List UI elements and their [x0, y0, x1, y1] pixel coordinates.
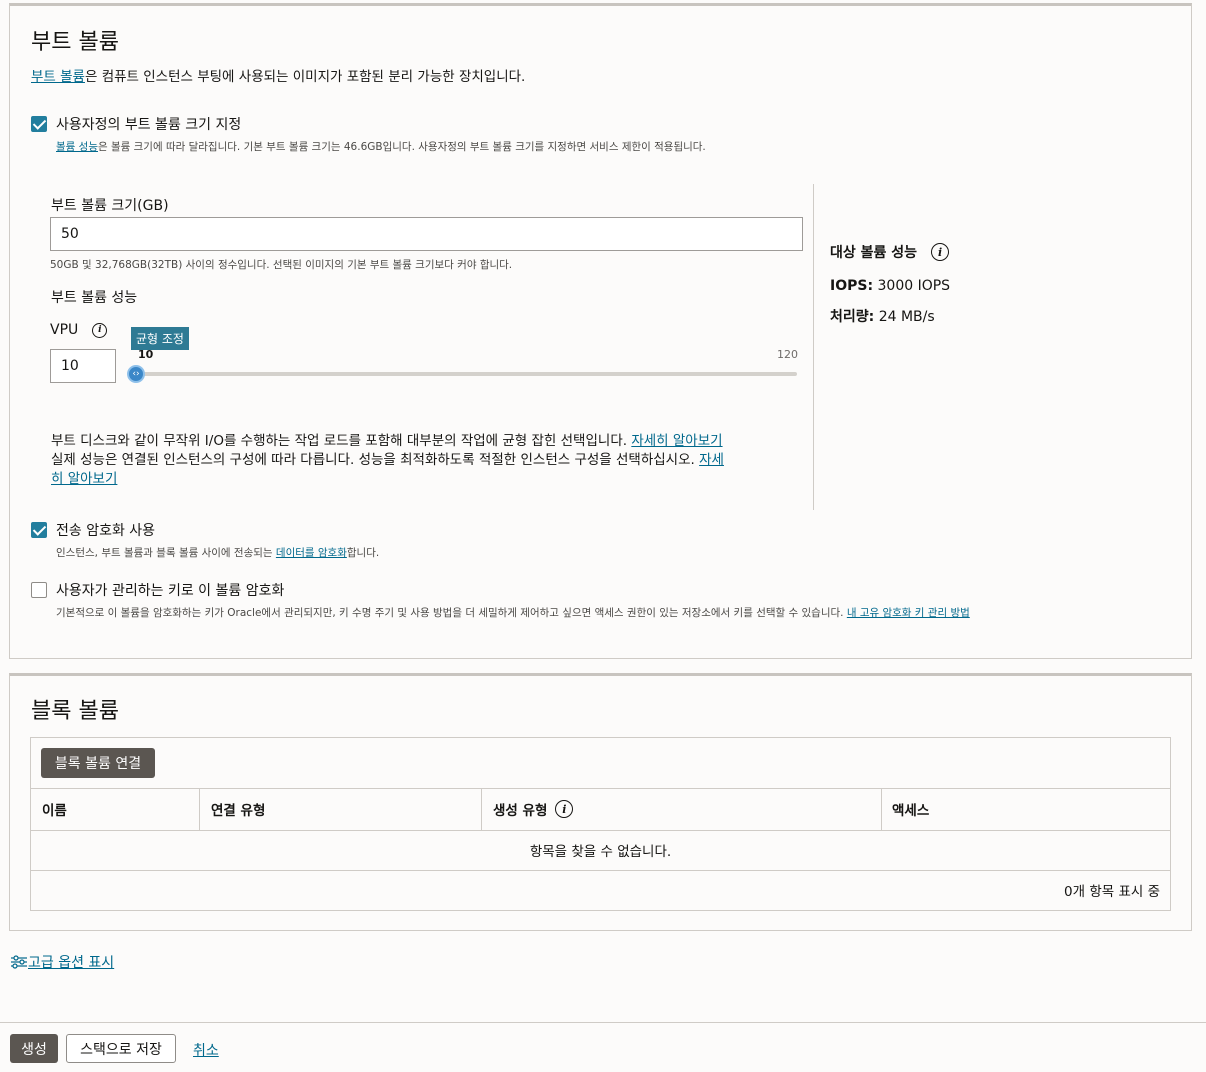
target-perf-title: 대상 볼륨 성능 i	[830, 242, 950, 262]
throughput-row: 처리량: 24 MB/s	[830, 309, 935, 325]
boot-volume-size-input[interactable]: 50	[50, 217, 803, 251]
create-button[interactable]: 생성	[10, 1034, 58, 1063]
advanced-options-toggle[interactable]: 고급 옵션 표시	[10, 952, 114, 972]
column-access[interactable]: 액세스	[892, 789, 929, 829]
column-create-type[interactable]: 생성 유형 i	[493, 789, 574, 829]
save-as-stack-button[interactable]: 스택으로 저장	[66, 1034, 176, 1063]
block-volume-title: 블록 볼륨	[31, 699, 119, 724]
boot-volume-panel: 부트 볼륨 부트 볼륨은 컴퓨트 인스턴스 부팅에 사용되는 이미지가 포함된 …	[9, 3, 1192, 659]
block-volume-table: 블록 볼륨 연결 이름 연결 유형 생성 유형 i 액세스 항목을 찾을 수 없…	[30, 737, 1171, 911]
vertical-divider	[813, 184, 814, 510]
empty-message: 항목을 찾을 수 없습니다.	[529, 844, 672, 860]
target-info-icon[interactable]: i	[931, 243, 950, 261]
boot-volume-link[interactable]: 부트 볼륨	[31, 69, 85, 85]
boot-volume-intro: 부트 볼륨은 컴퓨트 인스턴스 부팅에 사용되는 이미지가 포함된 분리 가능한…	[31, 69, 526, 85]
vpu-input[interactable]: 10	[50, 349, 116, 383]
custom-size-checkbox[interactable]	[31, 116, 47, 132]
own-key-label: 사용자가 관리하는 키로 이 볼륨 암호화	[56, 583, 285, 599]
perf-label: 부트 볼륨 성능	[51, 290, 138, 306]
attach-block-volume-button[interactable]: 블록 볼륨 연결	[41, 748, 155, 778]
create-type-info-icon[interactable]: i	[555, 800, 574, 818]
sliders-icon	[10, 953, 28, 971]
own-key-checkbox[interactable]	[31, 582, 47, 598]
slider-max-label: 120	[777, 348, 798, 361]
volume-performance-link[interactable]: 볼륨 성능	[56, 141, 98, 153]
footer-divider	[0, 1022, 1206, 1023]
item-count: 0개 항목 표시 중	[1064, 884, 1160, 900]
column-attach-type[interactable]: 연결 유형	[211, 789, 265, 829]
learn-more-link-1[interactable]: 자세히 알아보기	[631, 433, 722, 449]
vpu-label: VPU i	[50, 322, 108, 338]
perf-description: 부트 디스크와 같이 무작위 I/O를 수행하는 작업 로드를 포함해 대부분의…	[51, 433, 724, 487]
vpu-slider-handle[interactable]: ‹›	[127, 365, 145, 383]
cancel-link[interactable]: 취소	[193, 1040, 219, 1060]
block-volume-panel: 블록 볼륨 블록 볼륨 연결 이름 연결 유형 생성 유형 i 액세스 항목을 …	[9, 673, 1192, 931]
size-help: 50GB 및 32,768GB(32TB) 사이의 정수입니다. 선택된 이미지…	[50, 259, 513, 271]
manage-keys-link[interactable]: 내 고유 암호화 키 관리 방법	[847, 607, 970, 619]
slider-tooltip: 균형 조정	[131, 327, 189, 350]
transit-encryption-checkbox[interactable]	[31, 522, 47, 538]
custom-size-label: 사용자정의 부트 볼륨 크기 지정	[56, 117, 242, 133]
own-key-help: 기본적으로 이 볼륨을 암호화하는 키가 Oracle에서 관리되지만, 키 수…	[56, 607, 970, 619]
slider-min-label: 10	[138, 348, 154, 361]
transit-encryption-help: 인스턴스, 부트 볼륨과 블록 볼륨 사이에 전송되는 데이터를 암호화합니다.	[56, 547, 380, 559]
iops-row: IOPS: 3000 IOPS	[830, 278, 951, 294]
vpu-info-icon[interactable]: i	[92, 322, 108, 338]
boot-volume-title: 부트 볼륨	[31, 30, 119, 55]
transit-encryption-label: 전송 암호화 사용	[56, 523, 156, 539]
column-name[interactable]: 이름	[42, 789, 67, 829]
advanced-options-link[interactable]: 고급 옵션 표시	[28, 952, 114, 972]
custom-size-help: 볼륨 성능은 볼륨 크기에 따라 달라집니다. 기본 부트 볼륨 크기는 46.…	[56, 141, 706, 153]
size-label: 부트 볼륨 크기(GB)	[51, 198, 169, 214]
encrypt-data-link[interactable]: 데이터를 암호화	[276, 547, 347, 559]
vpu-slider-track[interactable]	[136, 372, 797, 376]
